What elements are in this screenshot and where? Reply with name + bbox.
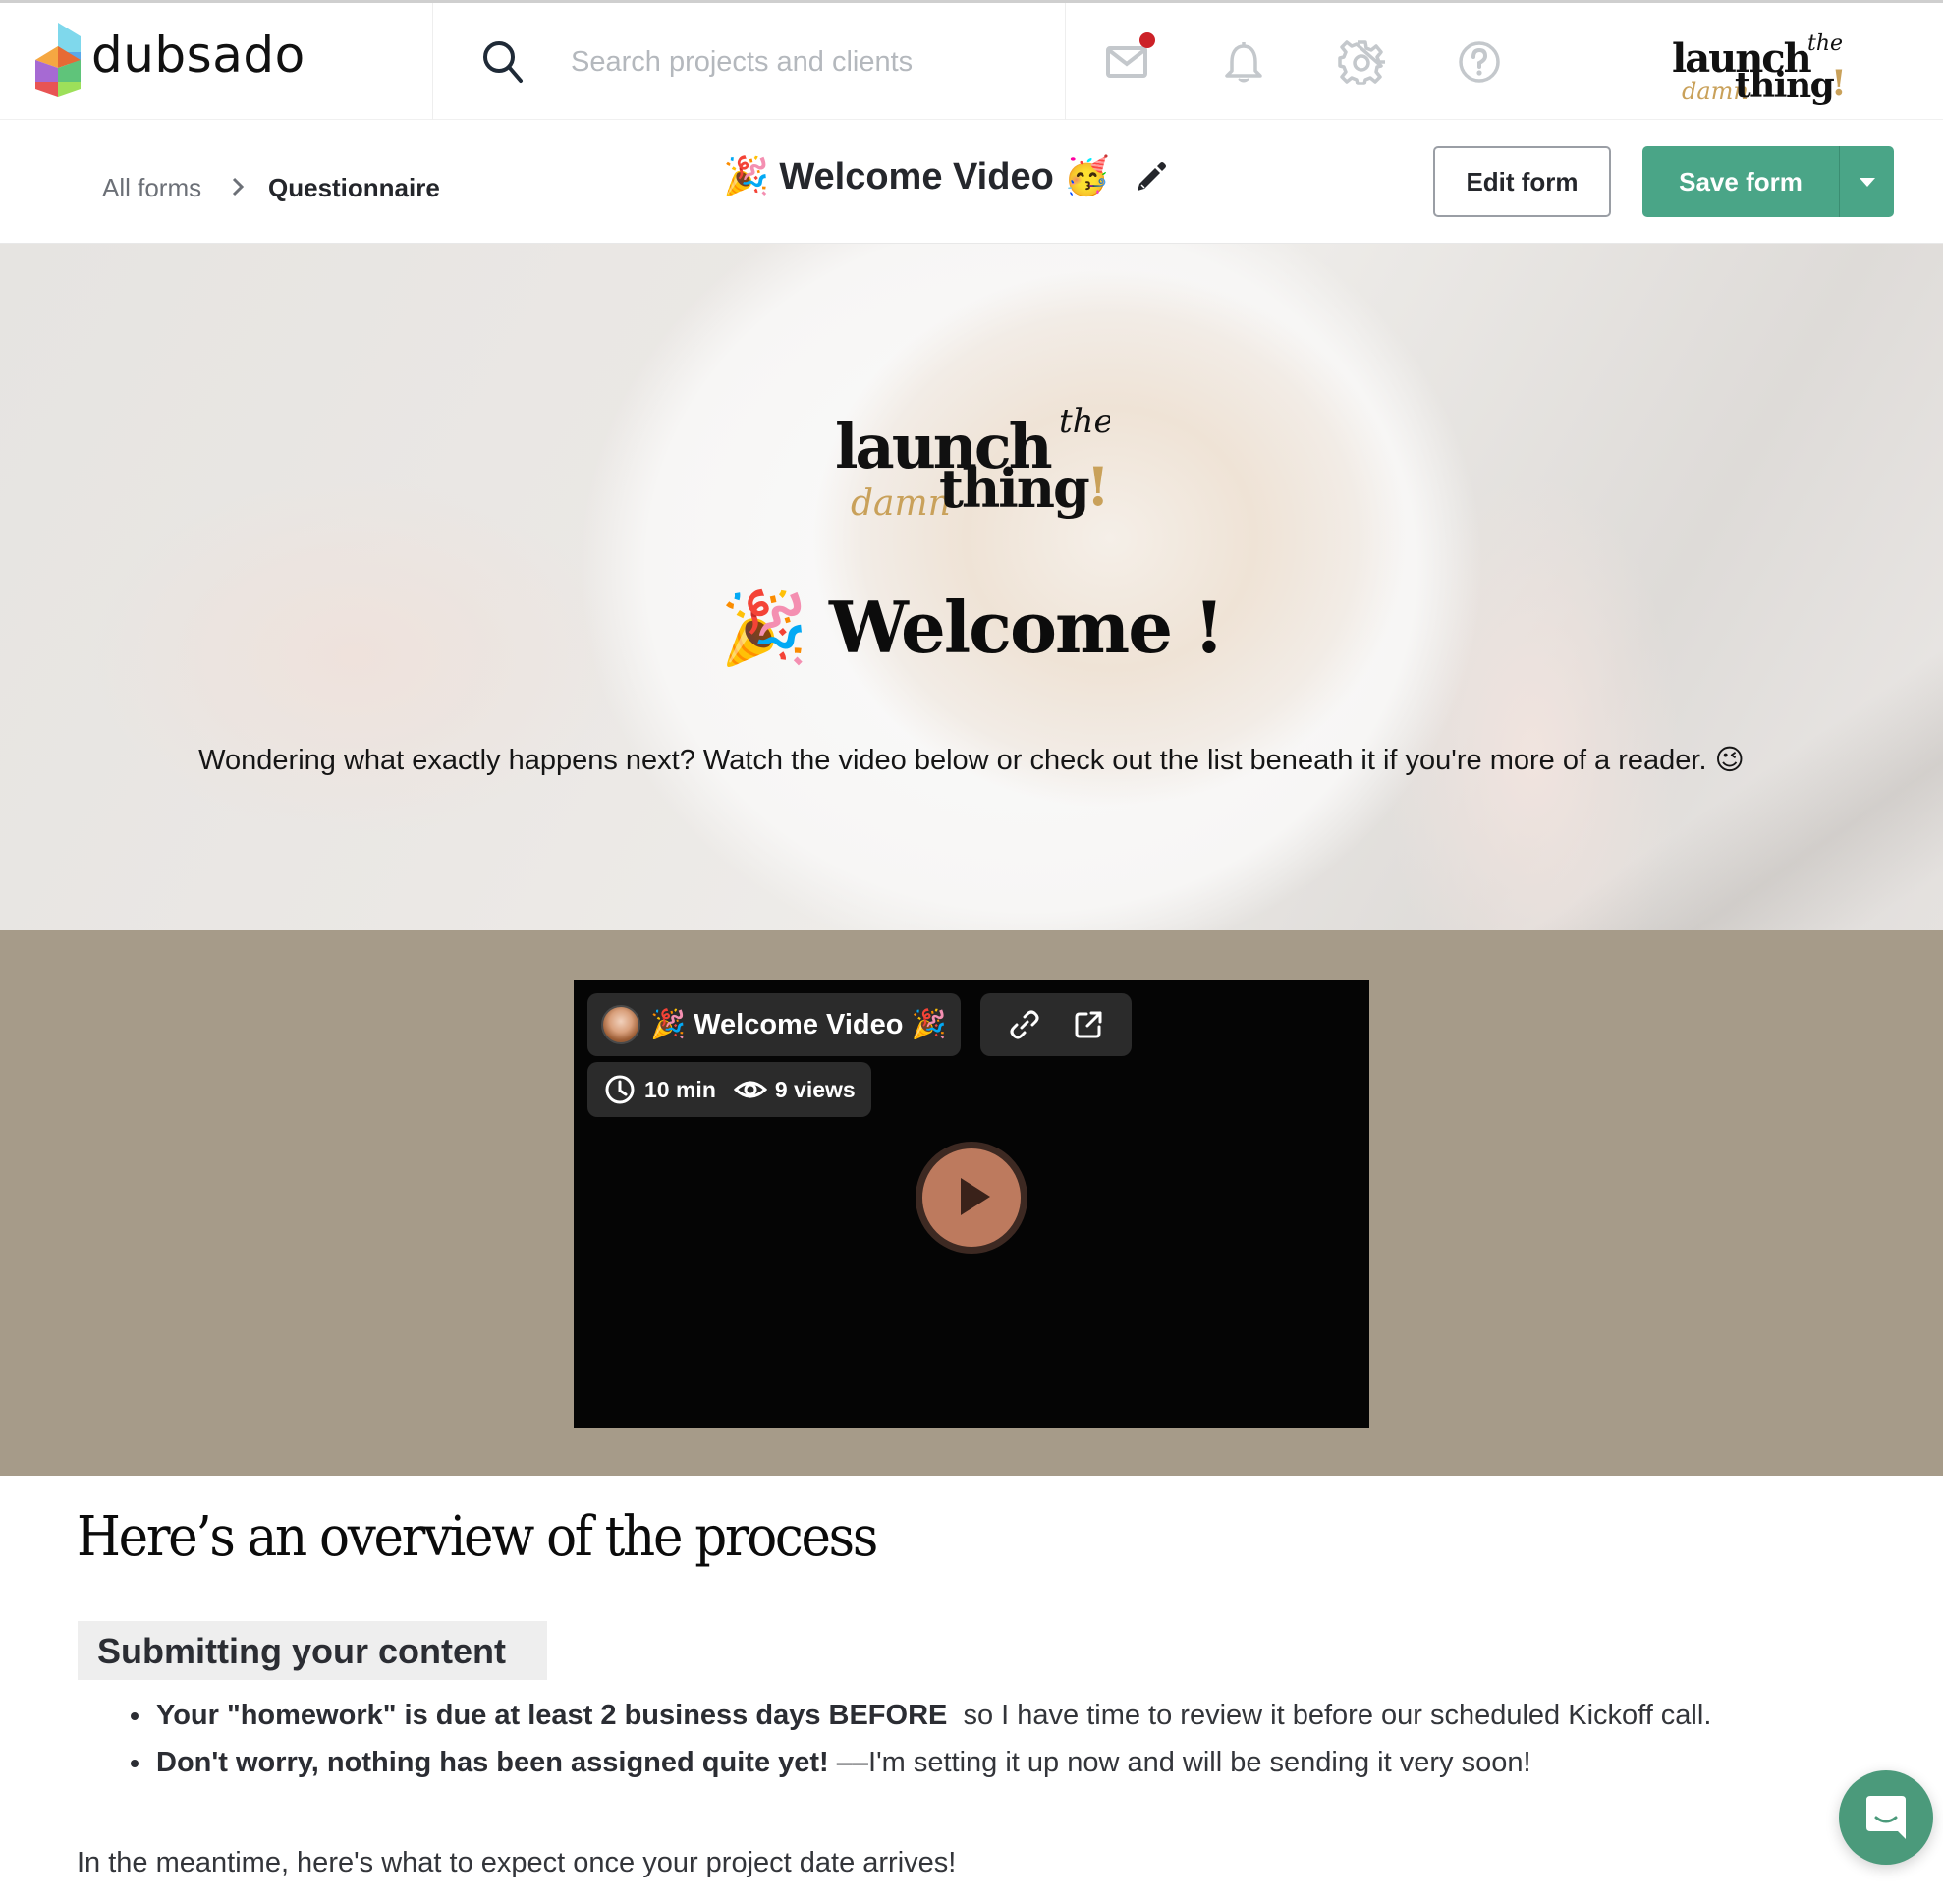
play-button[interactable] — [916, 1142, 1027, 1254]
breadcrumb-all-forms[interactable]: All forms — [102, 173, 201, 203]
section-heading: Submitting your content — [78, 1621, 547, 1680]
help-icon[interactable] — [1456, 38, 1503, 85]
hero-logo-thing: thing — [939, 457, 1089, 519]
logo-word-the: the — [1807, 31, 1843, 56]
hero-subtitle: Wondering what exactly happens next? Wat… — [198, 745, 1745, 776]
chat-icon — [1866, 1796, 1906, 1839]
client-logo[interactable]: launch the damn thing ! — [1660, 21, 1857, 107]
form-title: 🎉 Welcome Video 🥳 — [723, 155, 1167, 198]
meantime-paragraph: In the meantime, here's what to expect o… — [77, 1847, 957, 1878]
hero-logo-exclaim: ! — [1086, 455, 1110, 518]
edit-form-button[interactable]: Edit form — [1433, 146, 1611, 217]
search-input[interactable] — [571, 34, 1042, 89]
link-icon[interactable] — [1008, 1008, 1041, 1041]
pencil-icon[interactable] — [1134, 160, 1167, 194]
brand-logo-link[interactable]: dubsado — [0, 3, 433, 120]
logo-exclaim: ! — [1831, 63, 1847, 104]
list-item-text: ––I'm setting it up now and will be send… — [828, 1747, 1531, 1778]
overview-heading: Here’s an overview of the process — [77, 1505, 878, 1569]
video-actions — [980, 993, 1132, 1056]
video-duration: 10 min — [644, 1076, 716, 1102]
logo-word-thing: thing — [1735, 65, 1835, 106]
list-item-text: so I have time to review it before our s… — [947, 1700, 1712, 1731]
party-popper-emoji: 🎉 — [723, 156, 770, 197]
hero-title-text: Welcome ! — [829, 586, 1225, 669]
notification-badge — [1139, 32, 1155, 48]
section-heading-text: Submitting your content — [97, 1631, 506, 1671]
party-popper-emoji: 🎉 — [720, 586, 808, 669]
video-meta-chip: 10 min 9 views — [587, 1062, 871, 1117]
video-title: 🎉 Welcome Video 🎉 — [650, 1009, 947, 1040]
list-item-bold: Your "homework" is due at least 2 busine… — [156, 1700, 948, 1731]
save-form-button[interactable]: Save form — [1642, 146, 1839, 217]
video-section: 🎉 Welcome Video 🎉 10 min 9 views — [0, 930, 1943, 1476]
save-options-dropdown[interactable] — [1839, 146, 1894, 217]
top-navigation-bar: dubsado launch the damn thing ! — [0, 0, 1943, 120]
clock-icon — [605, 1075, 635, 1104]
search-bar — [433, 3, 1066, 120]
caret-down-icon — [1859, 177, 1875, 187]
dubsado-logo-icon — [35, 23, 81, 97]
form-toolbar: All forms Questionnaire 🎉 Welcome Video … — [0, 120, 1943, 244]
eye-icon — [733, 1081, 767, 1098]
partying-face-emoji: 🥳 — [1063, 156, 1111, 197]
video-title-chip[interactable]: 🎉 Welcome Video 🎉 — [587, 993, 961, 1056]
process-list: Your "homework" is due at least 2 busine… — [128, 1692, 1711, 1786]
gear-icon[interactable] — [1338, 38, 1385, 85]
video-views: 9 views — [774, 1076, 856, 1102]
hero-section: launch the damn thing ! 🎉 Welcome ! Wond… — [0, 244, 1943, 930]
bell-icon[interactable] — [1220, 38, 1267, 85]
creator-avatar — [601, 1005, 640, 1044]
list-item-bold: Don't worry, nothing has been assigned q… — [156, 1747, 829, 1778]
chat-launcher-button[interactable] — [1839, 1770, 1933, 1865]
list-item: Don't worry, nothing has been assigned q… — [128, 1739, 1711, 1786]
hero-logo: launch the damn thing ! — [835, 402, 1110, 519]
video-player[interactable]: 🎉 Welcome Video 🎉 10 min 9 views — [574, 980, 1369, 1428]
list-item: Your "homework" is due at least 2 busine… — [128, 1692, 1711, 1739]
brand-name: dubsado — [91, 27, 305, 84]
hero-title: 🎉 Welcome ! — [0, 586, 1943, 670]
external-link-icon[interactable] — [1072, 1008, 1105, 1041]
hero-logo-the: the — [1059, 402, 1110, 441]
chevron-right-icon — [232, 177, 245, 196]
breadcrumb-current: Questionnaire — [268, 173, 440, 202]
hero-logo-damn: damn — [851, 483, 951, 519]
search-icon[interactable] — [480, 38, 526, 84]
play-icon — [961, 1178, 990, 1215]
form-title-text: Welcome Video — [779, 155, 1054, 197]
